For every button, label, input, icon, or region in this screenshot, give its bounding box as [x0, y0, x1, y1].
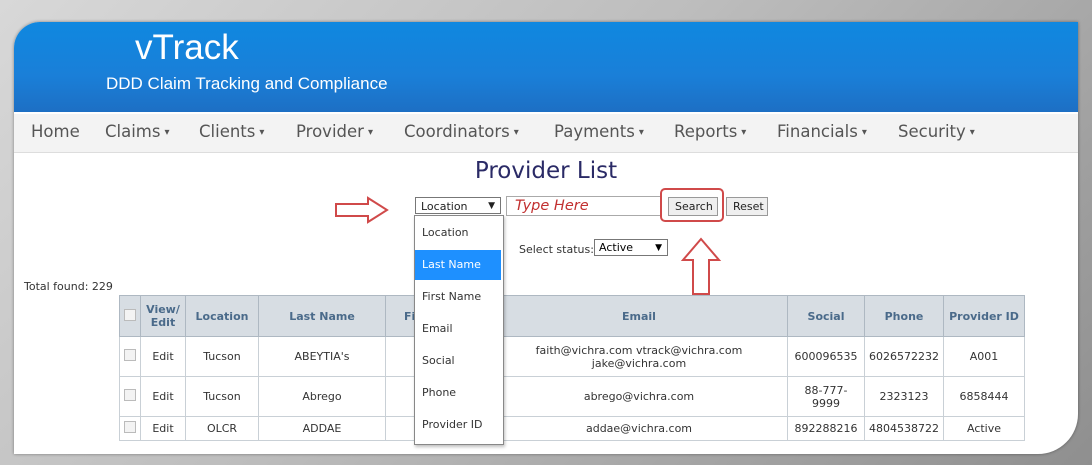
cell-social: 892288216 — [787, 416, 865, 441]
nav-home[interactable]: Home — [31, 122, 80, 141]
edit-link[interactable]: Edit — [140, 376, 186, 417]
row-checkbox[interactable] — [124, 389, 136, 401]
caret-down-icon: ▾ — [513, 127, 519, 138]
cell-social: 600096535 — [787, 336, 865, 377]
search-field-select[interactable]: Location ▼ — [415, 197, 501, 214]
cell-provider-id: 6858444 — [943, 376, 1025, 417]
dropdown-option-provider-id[interactable]: Provider ID — [415, 410, 501, 440]
search-field-dropdown: Location Last Name First Name Email Soci… — [414, 215, 504, 445]
cell-provider-id: Active — [943, 416, 1025, 441]
dropdown-option-phone[interactable]: Phone — [415, 378, 501, 408]
cell-email: faith@vichra.com vtrack@vichra.com jake@… — [490, 336, 788, 377]
row-checkbox[interactable] — [124, 349, 136, 361]
col-social[interactable]: Social — [787, 295, 865, 337]
main-nav: Home Claims ▾ Clients ▾ Provider ▾ Coordina… — [14, 114, 1078, 153]
col-provider-id[interactable]: Provider ID — [943, 295, 1025, 337]
caret-down-icon: ▾ — [969, 127, 975, 138]
cell-social: 88-777-9999 — [787, 376, 865, 417]
nav-security[interactable]: Security ▾ — [898, 122, 975, 141]
select-all-checkbox[interactable] — [124, 308, 136, 321]
cell-last-name: Abrego — [258, 376, 386, 417]
caret-down-icon: ▾ — [741, 127, 747, 138]
nav-payments[interactable]: Payments ▾ — [554, 122, 644, 141]
table-row: Edit OLCR ADDAE addae@vichra.com 8922882… — [119, 416, 1025, 441]
caret-down-icon: ▾ — [638, 127, 644, 138]
nav-coordinators[interactable]: Coordinators ▾ — [404, 122, 519, 141]
app-header: vTrack DDD Claim Tracking and Compliance — [14, 22, 1078, 112]
nav-claims[interactable]: Claims ▾ — [105, 122, 170, 141]
edit-link[interactable]: Edit — [140, 416, 186, 441]
cell-location: Tucson — [185, 376, 259, 417]
cell-last-name: ADDAE — [258, 416, 386, 441]
table-row: Edit Tucson ABEYTIA's faith@vichra.com v… — [119, 336, 1025, 377]
nav-provider[interactable]: Provider ▾ — [296, 122, 373, 141]
total-found: Total found: 229 — [24, 280, 113, 293]
col-view-edit: View/ Edit — [140, 295, 186, 337]
cell-email: abrego@vichra.com — [490, 376, 788, 417]
caret-down-icon: ▾ — [259, 127, 265, 138]
dropdown-option-email[interactable]: Email — [415, 314, 501, 344]
col-location[interactable]: Location — [185, 295, 259, 337]
app-tagline: DDD Claim Tracking and Compliance — [106, 74, 388, 93]
col-phone[interactable]: Phone — [864, 295, 944, 337]
row-checkbox-cell[interactable] — [119, 416, 141, 441]
nav-clients[interactable]: Clients ▾ — [199, 122, 264, 141]
app-window: vTrack DDD Claim Tracking and Compliance… — [14, 22, 1078, 454]
status-label: Select status: — [519, 243, 594, 256]
page-title: Provider List — [474, 158, 618, 184]
row-checkbox-cell[interactable] — [119, 336, 141, 377]
caret-down-icon: ▾ — [164, 127, 170, 138]
caret-down-icon: ▾ — [367, 127, 373, 138]
arrow-right-annotation-icon — [335, 196, 389, 224]
cell-phone: 6026572232 — [864, 336, 944, 377]
dropdown-option-location[interactable]: Location — [415, 218, 501, 248]
cell-location: OLCR — [185, 416, 259, 441]
status-select[interactable]: Active ▼ — [594, 239, 668, 256]
cell-email: addae@vichra.com — [490, 416, 788, 441]
edit-link[interactable]: Edit — [140, 336, 186, 377]
col-email[interactable]: Email — [490, 295, 788, 337]
cell-last-name: ABEYTIA's — [258, 336, 386, 377]
table-header-row: View/ Edit Location Last Name First Name… — [119, 295, 1025, 337]
row-checkbox-cell[interactable] — [119, 376, 141, 417]
dropdown-option-social[interactable]: Social — [415, 346, 501, 376]
arrow-up-annotation-icon — [680, 237, 722, 295]
cell-phone: 4804538722 — [864, 416, 944, 441]
select-all-header[interactable] — [119, 295, 141, 337]
nav-reports[interactable]: Reports ▾ — [674, 122, 746, 141]
chevron-down-icon: ▼ — [655, 243, 662, 253]
search-button[interactable]: Search — [668, 197, 718, 216]
cell-location: Tucson — [185, 336, 259, 377]
nav-financials[interactable]: Financials ▾ — [777, 122, 867, 141]
cell-phone: 2323123 — [864, 376, 944, 417]
row-checkbox[interactable] — [124, 421, 136, 433]
app-logo[interactable]: vTrack — [135, 30, 239, 65]
cell-provider-id: A001 — [943, 336, 1025, 377]
col-last-name[interactable]: Last Name — [258, 295, 386, 337]
table-row: Edit Tucson Abrego abrego@vichra.com 88-… — [119, 376, 1025, 417]
chevron-down-icon: ▼ — [488, 201, 495, 211]
reset-button[interactable]: Reset — [726, 197, 768, 216]
dropdown-option-first-name[interactable]: First Name — [415, 282, 501, 312]
dropdown-option-last-name[interactable]: Last Name — [415, 250, 501, 280]
caret-down-icon: ▾ — [861, 127, 867, 138]
search-input[interactable]: Type Here — [506, 196, 661, 216]
provider-table: View/ Edit Location Last Name First Name… — [119, 295, 1025, 441]
